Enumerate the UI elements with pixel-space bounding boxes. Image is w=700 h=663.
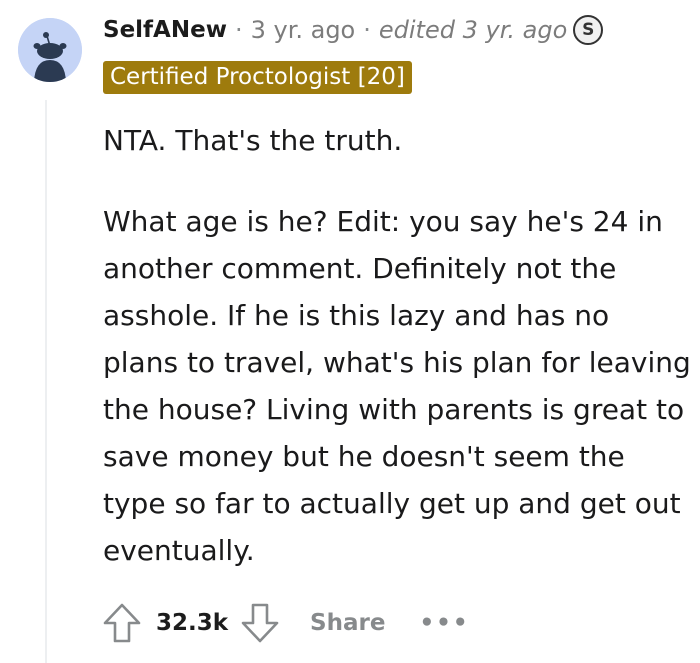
comment-header: SelfANew · 3 yr. ago · edited 3 yr. ago … xyxy=(103,12,604,48)
timestamp[interactable]: 3 yr. ago xyxy=(251,16,356,44)
vote-score: 32.3k xyxy=(156,610,229,636)
more-options-icon[interactable]: ••• xyxy=(419,610,469,636)
separator-dot: · xyxy=(234,16,243,44)
upvote-icon[interactable] xyxy=(100,601,144,645)
thread-line[interactable] xyxy=(45,100,47,663)
comment-body: NTA. That's the truth. What age is he? E… xyxy=(103,117,693,574)
snoo-avatar-icon xyxy=(18,18,82,82)
award-icon[interactable]: S xyxy=(573,15,604,45)
separator-dot: · xyxy=(363,16,371,44)
comment: SelfANew · 3 yr. ago · edited 3 yr. ago … xyxy=(0,0,700,663)
comment-paragraph: What age is he? Edit: you say he's 24 in… xyxy=(103,205,691,567)
share-button[interactable]: Share xyxy=(310,610,385,636)
username[interactable]: SelfANew xyxy=(103,17,227,43)
edited-label: edited 3 yr. ago xyxy=(378,16,568,44)
avatar[interactable] xyxy=(18,18,82,82)
comment-actions: 32.3k Share ••• xyxy=(100,600,470,646)
downvote-icon[interactable] xyxy=(238,601,282,645)
comment-paragraph: NTA. That's the truth. xyxy=(103,124,403,157)
user-flair: Certified Proctologist [20] xyxy=(103,61,412,94)
